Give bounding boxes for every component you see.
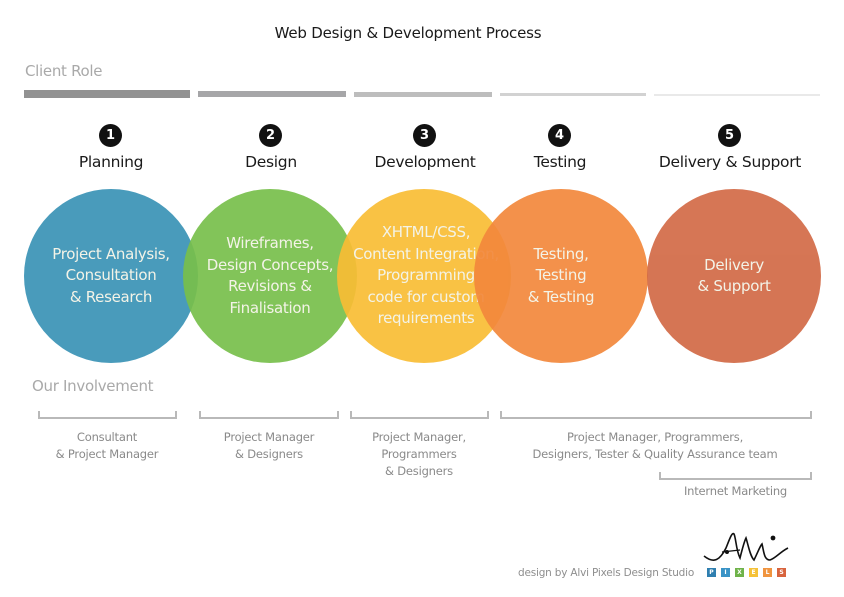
logo-letter-s: S bbox=[777, 568, 786, 577]
stage-description-delivery: Delivery & Support bbox=[697, 255, 771, 296]
logo-letter-i: I bbox=[721, 568, 730, 577]
stage-circle-delivery: Delivery & Support bbox=[647, 189, 821, 363]
stage-description-testing: Testing, Testing & Testing bbox=[527, 244, 595, 306]
client-role-bar-testing bbox=[500, 93, 646, 96]
step-number-5: 5 bbox=[718, 124, 741, 147]
stage-description-design: Wireframes, Design Concepts, Revisions &… bbox=[206, 234, 334, 317]
involvement-text-marketing: Internet Marketing bbox=[683, 484, 788, 498]
involvement-bracket-design bbox=[199, 411, 339, 419]
our-involvement-label: Our Involvement bbox=[32, 377, 154, 395]
client-role-bar-development bbox=[354, 92, 492, 97]
involvement-text-development: Project Manager, Programmers & Designers bbox=[372, 430, 466, 478]
logo-letter-l: L bbox=[763, 568, 772, 577]
stage-description-planning: Project Analysis, Consultation & Researc… bbox=[52, 244, 170, 306]
involvement-bracket-marketing bbox=[659, 472, 812, 480]
involvement-text-testing-delivery: Project Manager, Programmers, Designers,… bbox=[532, 430, 778, 461]
design-credit: design by Alvi Pixels Design Studio bbox=[518, 567, 695, 579]
alvi-pixels-logo: PIXELS bbox=[700, 530, 800, 580]
client-role-bar-design bbox=[198, 91, 346, 97]
stage-circle-planning: Project Analysis, Consultation & Researc… bbox=[24, 189, 198, 363]
step-number-3: 3 bbox=[413, 124, 436, 147]
alvi-script-icon bbox=[703, 532, 789, 562]
involvement-text-design: Project Manager & Designers bbox=[223, 430, 315, 461]
stage-circle-design: Wireframes, Design Concepts, Revisions &… bbox=[183, 189, 357, 363]
logo-letter-p: P bbox=[707, 568, 716, 577]
involvement-text-planning: Consultant & Project Manager bbox=[55, 430, 159, 461]
step-number-1: 1 bbox=[99, 124, 122, 147]
step-number-4: 4 bbox=[548, 124, 571, 147]
stage-circle-testing: Testing, Testing & Testing bbox=[474, 189, 648, 363]
involvement-bracket-testing-delivery bbox=[500, 411, 812, 419]
logo-letter-x: X bbox=[735, 568, 744, 577]
client-role-bar-delivery bbox=[654, 94, 820, 96]
step-number-2: 2 bbox=[259, 124, 282, 147]
involvement-bracket-development bbox=[350, 411, 489, 419]
logo-letter-e: E bbox=[749, 568, 758, 577]
step-label-delivery: Delivery & Support bbox=[658, 153, 802, 171]
client-role-label: Client Role bbox=[25, 62, 103, 80]
involvement-bracket-planning bbox=[38, 411, 177, 419]
diagram-title: Web Design & Development Process bbox=[274, 24, 542, 42]
client-role-bar-planning bbox=[24, 90, 190, 98]
